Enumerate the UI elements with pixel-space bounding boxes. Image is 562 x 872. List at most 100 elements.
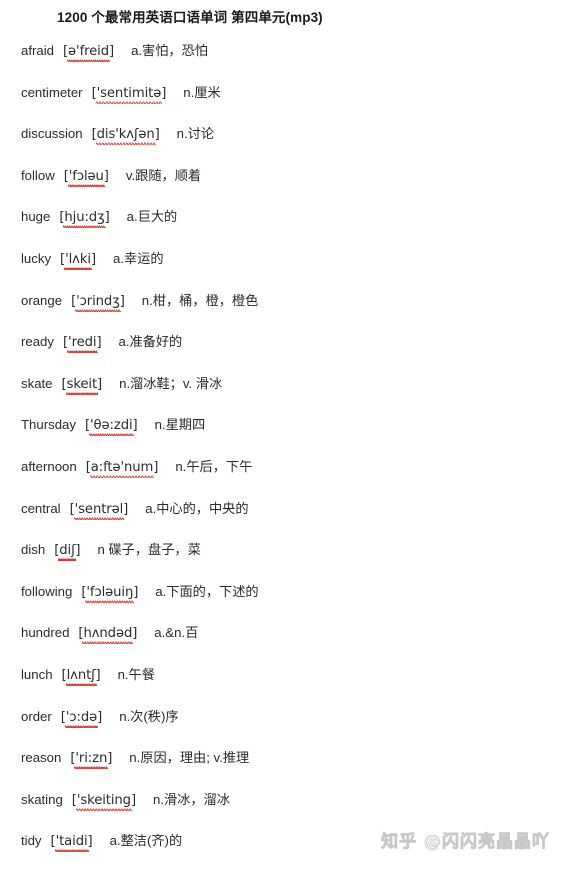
vocabulary-entry: hundred [hʌndəd] a.&n.百 [0,622,562,664]
entry-phonetic-group: ['sentrəl] [69,501,129,517]
entry-definition: a.下面的，下述的 [155,583,259,599]
entry-definition: n.讨论 [176,126,215,142]
entry-phonetic-group: ['ɔrindʒ] [71,293,125,309]
entry-definition: n.柑，桶，橙，橙色 [141,292,259,308]
entry-word: afternoon [21,458,77,474]
entry-phonetic-group: ['redi] [63,334,102,350]
entry-definition: n.次(秩)序 [119,708,179,724]
entry-phonetic: [hju:dʒ] [59,210,110,226]
entry-definition: v.跟随，顺着 [125,167,202,183]
vocabulary-entry: afraid [ə'freid] a.害怕，恐怕 [0,40,562,82]
entry-phonetic: ['ɔ:də] [60,709,103,725]
entry-phonetic-group: [lʌntʃ] [62,667,101,683]
entry-phonetic: [ə'freid] [63,44,115,59]
entry-word: afraid [21,43,54,58]
entry-word: skate [21,375,53,391]
entry-phonetic-group: ['fɔləu] [64,168,109,184]
entry-phonetic: [lʌntʃ] [61,667,101,683]
vocabulary-entry: huge [hju:dʒ] a.巨大的 [0,206,562,248]
entry-phonetic: ['sentimitə] [91,85,167,101]
entry-definition: n.溜冰鞋；v. 滑冰 [119,375,223,391]
entry-word: dish [21,542,46,558]
entry-phonetic: ['lʌki] [60,251,97,267]
entry-word: order [21,708,52,724]
vocabulary-entry: orange ['ɔrindʒ] n.柑，桶，橙，橙色 [0,290,562,332]
entry-word: follow [21,167,55,183]
entry-definition: n.厘米 [183,84,221,100]
vocabulary-entry: afternoon [a:ftə'num] n.午后，下午 [0,456,562,498]
entry-definition: n 碟子，盘子，菜 [97,542,201,558]
entry-word: reason [21,750,62,766]
entry-phonetic-group: [hʌndəd] [78,625,137,641]
entry-word: lunch [21,666,53,682]
vocabulary-entry: following ['fɔləuiŋ] a.下面的，下述的 [0,581,562,623]
entry-word: tidy [21,833,42,849]
vocabulary-entry: dish [diʃ] n 碟子，盘子，菜 [0,539,562,581]
entry-word: ready [21,334,54,350]
entry-definition: n.午餐 [117,666,155,682]
entry-word: skating [21,791,63,807]
entry-word: Thursday [21,417,76,433]
vocabulary-entry: discussion [dis'kʌʃən] n.讨论 [0,123,562,165]
entry-word: hundred [21,625,70,641]
entry-word: huge [21,209,51,225]
vocabulary-entry: centimeter ['sentimitə] n.厘米 [0,82,562,124]
vocabulary-entry: order ['ɔ:də] n.次(秩)序 [0,706,562,748]
entry-word: following [21,583,73,599]
vocabulary-entry: reason ['ri:zn] n.原因，理由; v.推理 [0,747,562,789]
entry-phonetic-group: [ə'freid] [63,43,114,59]
vocabulary-entry: follow ['fɔləu] v.跟随，顺着 [0,165,562,207]
entry-phonetic: [skeit] [61,376,103,392]
entry-phonetic-group: ['ɔ:də] [61,709,102,725]
entry-phonetic: [hʌndəd] [78,626,138,642]
entry-phonetic-group: ['θə:zdi] [85,417,138,433]
entry-word: orange [21,292,63,308]
entry-phonetic: ['taidi] [50,834,93,850]
entry-phonetic: ['sentrəl] [69,501,129,517]
entry-word: lucky [21,250,52,266]
entry-phonetic-group: ['ri:zn] [70,750,112,766]
entry-phonetic-group: [dis'kʌʃən] [92,126,160,142]
vocabulary-list: afraid [ə'freid] a.害怕，恐怕 centimeter ['sentim… [0,40,562,872]
entry-phonetic-group: [a:ftə'num] [85,459,159,475]
page-title: 1200 个最常用英语口语单词 第四单元(mp3) [57,10,323,25]
entry-phonetic: [a:ftə'num] [85,459,159,475]
entry-phonetic: [diʃ] [54,543,81,559]
entry-phonetic-group: [skeit] [61,376,103,392]
entry-definition: a.中心的，中央的 [145,500,249,516]
entry-definition: a.幸运的 [113,250,164,266]
entry-phonetic: ['fɔləuiŋ] [81,584,139,600]
entry-phonetic-group: ['fɔləuiŋ] [81,584,138,600]
vocabulary-entry: skating ['skeiting] n.滑冰，溜冰 [0,789,562,831]
entry-phonetic: ['fɔləu] [63,168,109,184]
entry-phonetic: ['ɔrindʒ] [71,293,125,309]
vocabulary-entry: lucky ['lʌki] a.幸运的 [0,248,562,290]
entry-definition: n.星期四 [154,417,206,433]
entry-definition: a.准备好的 [118,334,183,350]
vocabulary-entry: central ['sentrəl] a.中心的，中央的 [0,498,562,540]
entry-definition: a.整洁(齐)的 [109,833,183,849]
entry-phonetic-group: [hju:dʒ] [59,209,110,226]
entry-word: discussion [21,126,83,142]
entry-word: centimeter [21,84,83,100]
document-page: 1200 个最常用英语口语单词 第四单元(mp3) afraid [ə'freid… [0,0,562,866]
entry-definition: n.午后，下午 [175,458,253,474]
entry-phonetic: ['skeiting] [71,792,136,808]
entry-definition: n.滑冰，溜冰 [153,791,230,807]
entry-phonetic: ['ri:zn] [70,751,113,767]
entry-phonetic-group: ['taidi] [51,833,93,849]
watermark: 知乎 @闪闪亮晶晶吖 [381,832,550,853]
entry-phonetic-group: [diʃ] [54,542,81,559]
vocabulary-entry: ready ['redi] a.准备好的 [0,331,562,373]
entry-phonetic-group: ['lʌki] [60,251,96,267]
vocabulary-entry: Thursday ['θə:zdi] n.星期四 [0,414,562,456]
entry-definition: a.巨大的 [126,209,178,225]
vocabulary-entry: skate [skeit] n.溜冰鞋；v. 滑冰 [0,373,562,415]
entry-definition: a.害怕，恐怕 [131,43,208,58]
entry-phonetic-group: ['sentimitə] [91,85,167,101]
entry-definition: a.&n.百 [154,625,199,641]
entry-word: central [21,500,61,516]
entry-phonetic: ['θə:zdi] [84,418,138,434]
entry-phonetic-group: ['skeiting] [72,792,136,808]
entry-phonetic: ['redi] [63,335,102,351]
